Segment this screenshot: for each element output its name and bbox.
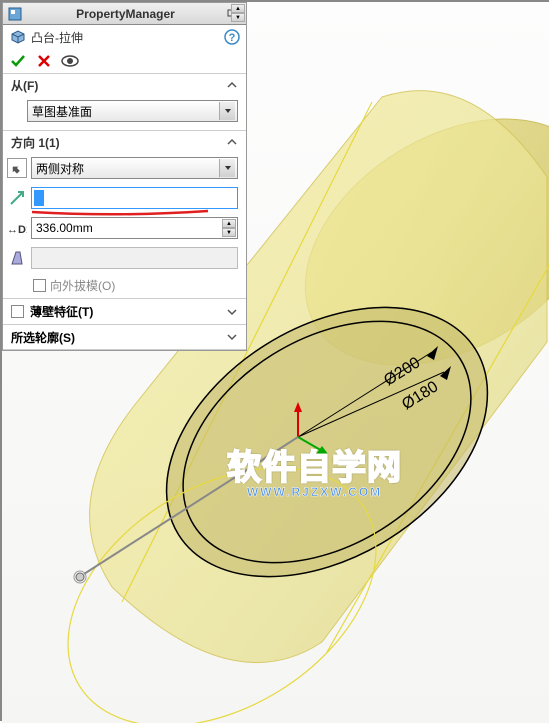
from-combo-value: 草图基准面 <box>32 103 92 120</box>
thin-feature-checkbox[interactable] <box>11 305 24 318</box>
spin-up-button: ▲ <box>231 4 245 13</box>
draft-outward-checkbox[interactable] <box>33 279 46 292</box>
spin-down-button: ▼ <box>231 13 245 22</box>
contours-section[interactable]: 所选轮廓(S) <box>3 324 246 350</box>
red-annotation-line <box>30 209 210 219</box>
from-title: 从(F) <box>11 77 226 94</box>
direction1-title: 方向 1(1) <box>11 134 226 151</box>
draft-outward-label: 向外拔模(O) <box>50 277 115 294</box>
contours-title: 所选轮廓(S) <box>11 329 226 346</box>
draft-icon[interactable] <box>7 248 27 268</box>
end-condition-combo[interactable]: 两侧对称 <box>31 157 238 179</box>
chevron-down-icon <box>226 306 238 318</box>
cancel-button[interactable] <box>35 52 53 70</box>
depth-icon: ↔D1 <box>7 218 27 238</box>
dropdown-arrow-icon <box>219 159 235 177</box>
extrude-feature-icon <box>9 28 27 46</box>
direction1-header[interactable]: 方向 1(1) <box>3 131 246 153</box>
action-row <box>3 49 246 73</box>
help-icon[interactable]: ? <box>224 29 240 45</box>
svg-text:↔D1: ↔D1 <box>7 224 27 236</box>
svg-text:?: ? <box>229 32 236 44</box>
draft-angle-input: ▲ ▼ <box>31 247 238 269</box>
reverse-direction-button[interactable] <box>7 158 27 178</box>
dropdown-arrow-icon <box>219 102 235 120</box>
ok-button[interactable] <box>9 52 27 70</box>
thin-feature-section[interactable]: 薄壁特征(T) <box>3 298 246 324</box>
from-section: 从(F) 草图基准面 <box>3 73 246 130</box>
from-combo[interactable]: 草图基准面 <box>27 100 238 122</box>
spin-up-button[interactable]: ▲ <box>222 219 236 228</box>
chevron-down-icon <box>226 331 238 343</box>
chevron-up-icon <box>226 136 238 148</box>
watermark-url: WWW.RJZXW.COM <box>227 485 402 499</box>
feature-title-row: 凸台-拉伸 ? <box>3 25 246 49</box>
spin-down-button[interactable]: ▼ <box>222 228 236 237</box>
chevron-up-icon <box>226 79 238 91</box>
end-condition-value: 两侧对称 <box>36 160 84 177</box>
panel-icon <box>7 6 23 22</box>
watermark: 软件自学网 WWW.RJZXW.COM <box>227 440 402 499</box>
panel-header: PropertyManager <box>3 3 246 25</box>
depth-input[interactable]: 336.00mm ▲ ▼ <box>31 217 238 239</box>
from-section-header[interactable]: 从(F) <box>3 74 246 96</box>
preview-button[interactable] <box>61 52 79 70</box>
thin-feature-title: 薄壁特征(T) <box>30 303 226 320</box>
depth-value: 336.00mm <box>36 221 93 235</box>
direction-vector-input[interactable] <box>31 187 238 209</box>
feature-name: 凸台-拉伸 <box>31 29 83 46</box>
watermark-main: 软件自学网 <box>227 440 402 489</box>
property-manager-panel: PropertyManager 凸台-拉伸 ? 从(F) <box>2 2 247 351</box>
panel-title: PropertyManager <box>27 7 224 21</box>
direction-vector-icon[interactable] <box>7 188 27 208</box>
